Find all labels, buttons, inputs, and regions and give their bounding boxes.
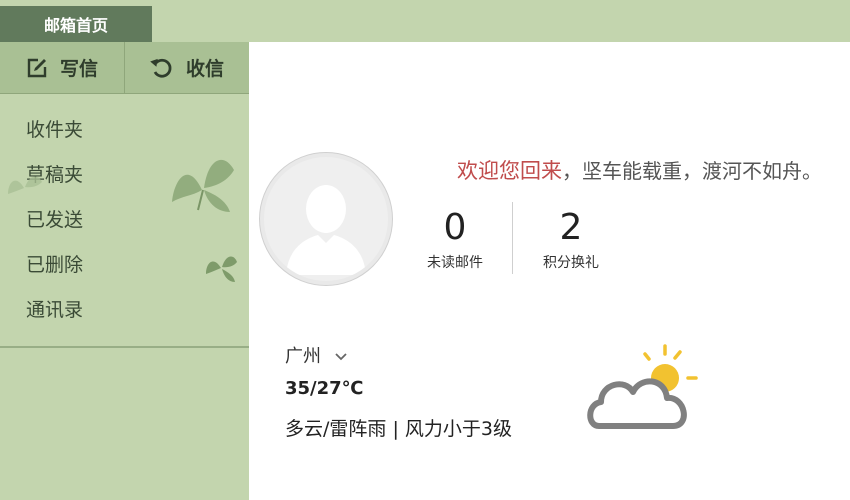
stats-divider (512, 202, 513, 274)
folder-list: 收件夹 草稿夹 已发送 已删除 通讯录 (0, 108, 249, 333)
refresh-icon (150, 57, 174, 79)
butterfly-decoration-icon (172, 159, 234, 212)
sidebar: 写信 收信 收件夹 草稿夹 已发送 已删除 通讯录 (0, 42, 249, 500)
weather-description: 多云/雷阵雨 | 风力小于3级 (285, 418, 512, 440)
points-label: 积分换礼 (543, 255, 599, 271)
avatar[interactable] (259, 152, 393, 286)
folder-inbox[interactable]: 收件夹 (0, 108, 249, 153)
welcome-greeting: 欢迎您回来 (457, 159, 562, 183)
unread-count: 0 (443, 207, 467, 248)
butterfly-decoration-icon (8, 176, 42, 194)
receive-button[interactable]: 收信 (124, 42, 249, 93)
temperature: 35/27℃ (285, 378, 364, 399)
compose-button[interactable]: 写信 (0, 42, 124, 93)
city-name: 广州 (285, 346, 321, 367)
welcome-message: 欢迎您回来，坚车能载重，渡河不如舟。 (457, 155, 822, 185)
compose-icon (26, 57, 48, 79)
partly-cloudy-icon (587, 344, 698, 429)
top-bar: 邮箱首页 (0, 0, 850, 42)
mailbox-home-tab[interactable]: 邮箱首页 (0, 6, 152, 42)
default-user-icon (264, 157, 388, 281)
unread-label: 未读邮件 (427, 255, 483, 271)
folder-contacts[interactable]: 通讯录 (0, 288, 249, 333)
action-bar: 写信 收信 (0, 42, 249, 94)
compose-label: 写信 (59, 58, 98, 80)
city-selector[interactable]: 广州 (285, 342, 347, 368)
points-count: 2 (559, 207, 583, 248)
receive-label: 收信 (185, 58, 224, 80)
sidebar-divider (0, 346, 249, 348)
points-stat[interactable]: 2 积分换礼 (521, 204, 621, 272)
welcome-motto: ，坚车能载重，渡河不如舟。 (562, 159, 822, 183)
unread-mail-stat[interactable]: 0 未读邮件 (405, 204, 505, 272)
main-panel: 欢迎您回来，坚车能载重，渡河不如舟。 0 未读邮件 2 积分换礼 广州 35/2… (249, 42, 850, 500)
butterfly-decoration-icon (206, 256, 237, 282)
chevron-down-icon (335, 345, 347, 366)
